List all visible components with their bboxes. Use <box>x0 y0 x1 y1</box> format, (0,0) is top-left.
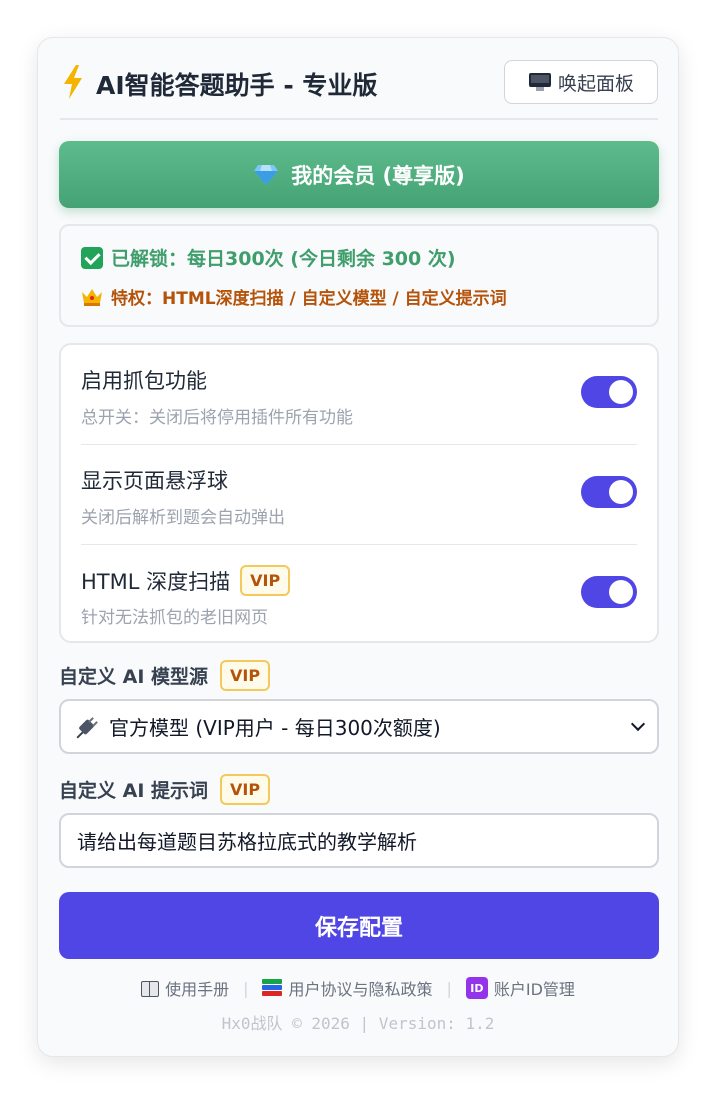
html-scan-toggle[interactable] <box>581 576 637 608</box>
save-button[interactable]: 保存配置 <box>59 892 659 959</box>
prompt-input[interactable]: 请给出每道题目苏格拉底式的教学解析 <box>59 813 659 868</box>
copyright: Hx0战队 © 2026 | Version: 1.2 <box>221 1014 495 1033</box>
header: AI智能答题助手 - 专业版 唤起面板 <box>60 60 658 120</box>
separator: | <box>446 978 452 998</box>
account-id-link-label: 账户ID管理 <box>493 980 575 999</box>
settings-panel: AI智能答题助手 - 专业版 唤起面板 我的会员 (尊享版) 已解锁：每日300… <box>37 37 679 1057</box>
vip-badge: VIP <box>220 774 271 805</box>
feature-toggles: 启用抓包功能 总开关：关闭后将停用插件所有功能 显示页面悬浮球 关闭后解析到题会… <box>59 343 659 643</box>
toggle-title-text: 启用抓包功能 <box>81 369 207 393</box>
chevron-down-icon <box>630 716 646 732</box>
monitor-icon <box>528 72 552 92</box>
floating-ball-toggle[interactable] <box>581 476 637 508</box>
toggle-row-html-scan: HTML 深度扫描 VIP 针对无法抓包的老旧网页 <box>81 545 637 645</box>
model-source-label: 自定义 AI 模型源 VIP <box>59 660 271 691</box>
toggle-title-text: HTML 深度扫描 <box>81 569 231 594</box>
id-icon: ID <box>465 977 488 999</box>
unlocked-status: 已解锁：每日300次 (今日剩余 300 次) <box>81 244 456 271</box>
footer-links: 使用手册 | 用户协议与隐私政策 | ID 账户ID管理 <box>38 976 678 1000</box>
gem-icon <box>254 164 279 185</box>
toggle-subtitle: 总开关：关闭后将停用插件所有功能 <box>81 408 353 428</box>
prompt-label: 自定义 AI 提示词 VIP <box>59 774 271 805</box>
vip-badge: VIP <box>240 565 291 596</box>
account-id-link[interactable]: ID 账户ID管理 <box>465 976 575 1000</box>
toggle-title-text: 显示页面悬浮球 <box>81 469 228 493</box>
toggle-subtitle: 关闭后解析到题会自动弹出 <box>81 508 285 528</box>
model-source-label-text: 自定义 AI 模型源 <box>59 666 209 688</box>
toggle-row-capture: 启用抓包功能 总开关：关闭后将停用插件所有功能 <box>81 345 637 445</box>
toggle-subtitle: 针对无法抓包的老旧网页 <box>81 608 268 628</box>
membership-button-label: 我的会员 (尊享版) <box>291 163 465 188</box>
open-panel-button[interactable]: 唤起面板 <box>504 60 658 104</box>
separator: | <box>243 978 249 998</box>
model-selected-value: 官方模型 (VIP用户 - 每日300次额度) <box>109 716 441 740</box>
agreement-link-label: 用户协议与隐私政策 <box>288 980 433 999</box>
toggle-title: 显示页面悬浮球 <box>81 465 228 495</box>
model-source-select[interactable]: 官方模型 (VIP用户 - 每日300次额度) <box>59 699 659 754</box>
check-icon <box>81 246 103 269</box>
toggle-title: 启用抓包功能 <box>81 365 207 395</box>
vip-badge: VIP <box>220 660 271 691</box>
manual-link-label: 使用手册 <box>165 980 230 999</box>
manual-link[interactable]: 使用手册 <box>141 976 229 1000</box>
crown-icon <box>82 288 102 306</box>
membership-status-box: 已解锁：每日300次 (今日剩余 300 次) 特权：HTML深度扫描 / 自定… <box>59 224 659 327</box>
prompt-label-text: 自定义 AI 提示词 <box>59 780 209 802</box>
agreement-link[interactable]: 用户协议与隐私政策 <box>262 976 432 1000</box>
my-membership-button[interactable]: 我的会员 (尊享版) <box>59 141 659 208</box>
privilege-text: 特权：HTML深度扫描 / 自定义模型 / 自定义提示词 <box>111 289 507 309</box>
capture-toggle[interactable] <box>581 376 637 408</box>
book-icon <box>141 981 160 997</box>
toggle-title: HTML 深度扫描 VIP <box>81 565 291 596</box>
books-icon <box>262 979 283 997</box>
unlocked-text: 已解锁：每日300次 (今日剩余 300 次) <box>111 248 456 270</box>
open-panel-label: 唤起面板 <box>557 72 634 95</box>
lightning-icon <box>64 65 82 99</box>
toggle-row-floating-ball: 显示页面悬浮球 关闭后解析到题会自动弹出 <box>81 445 637 545</box>
page-title: AI智能答题助手 - 专业版 <box>96 71 378 100</box>
privilege-status: 特权：HTML深度扫描 / 自定义模型 / 自定义提示词 <box>81 284 507 309</box>
plug-icon <box>75 715 99 739</box>
